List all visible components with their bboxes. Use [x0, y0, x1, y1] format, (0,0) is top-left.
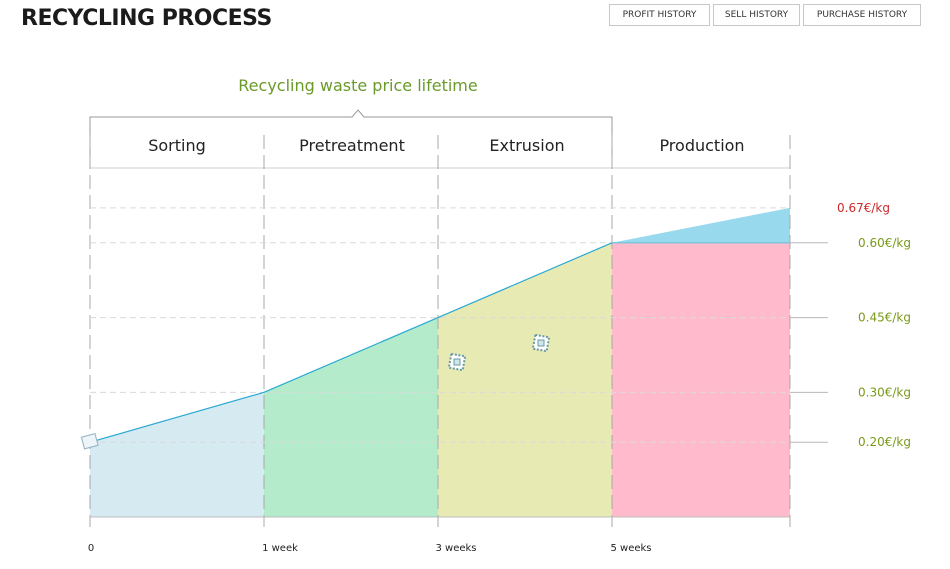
stage-label-extrusion: Extrusion	[489, 136, 564, 155]
x-tick-label: 5 weeks	[610, 543, 651, 554]
extrusion-area	[438, 242, 612, 518]
production-area	[612, 242, 790, 518]
price-label: 0.60€/kg	[858, 236, 911, 250]
stage-label-sorting: Sorting	[148, 136, 206, 155]
pretreatment-area	[264, 317, 438, 517]
x-tick-label: 1 week	[262, 543, 298, 554]
gear-icon	[447, 352, 467, 372]
chart-title: Recycling waste price lifetime	[238, 76, 477, 95]
price-lifetime-chart: Recycling waste price lifetime Sorting P…	[80, 76, 911, 554]
stage-label-pretreatment: Pretreatment	[299, 136, 405, 155]
price-label: 0.45€/kg	[858, 311, 911, 325]
stage-label-production: Production	[659, 136, 744, 155]
gear-icon	[531, 333, 551, 353]
price-label: 0.30€/kg	[858, 385, 911, 399]
x-tick-label: 0	[88, 543, 94, 554]
price-label: 0.67€/kg	[837, 201, 890, 215]
sorting-area	[90, 392, 264, 517]
x-tick-label: 3 weeks	[435, 543, 476, 554]
margin-area	[612, 207, 790, 243]
price-label: 0.20€/kg	[858, 435, 911, 449]
